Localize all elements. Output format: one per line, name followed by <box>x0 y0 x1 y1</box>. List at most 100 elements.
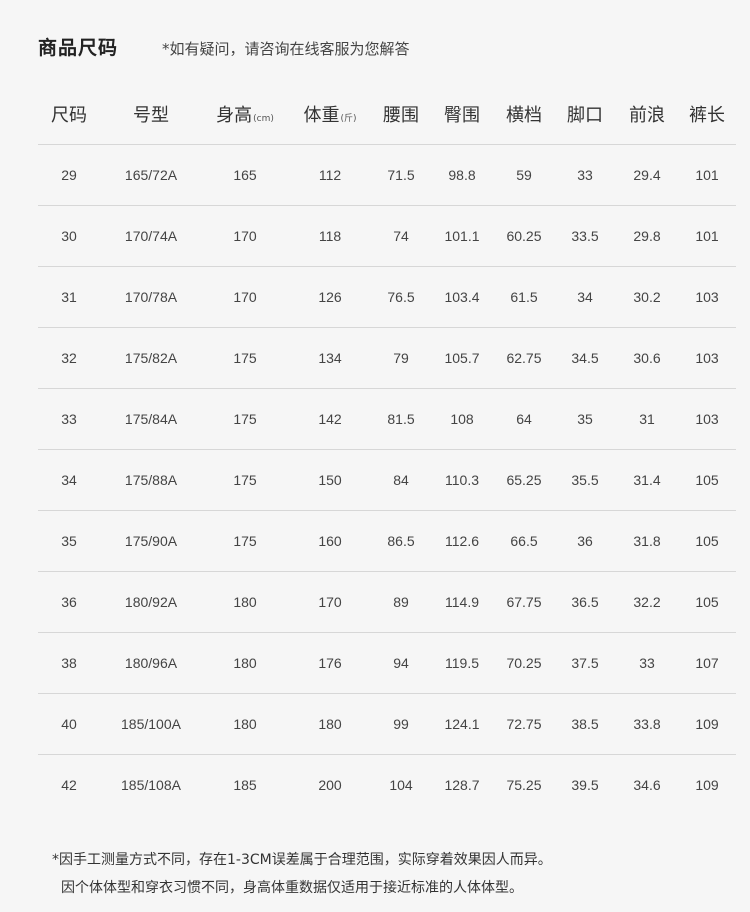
table-cell: 134 <box>318 349 342 366</box>
table-row: 36 180/92A 180 170 89 114.9 67.75 36.5 32.2 105 <box>38 571 736 632</box>
table-row: 30 170/74A 170 118 74 101.1 60.25 33.5 29.8 101 <box>38 205 736 266</box>
table-cell: 34 <box>577 288 593 305</box>
table-cell: 39.5 <box>571 776 599 793</box>
table-cell: 110.3 <box>445 471 479 488</box>
table-row: 38 180/96A 180 176 94 119.5 70.25 37.5 33 107 <box>38 632 736 693</box>
table-cell: 180/92A <box>124 593 178 610</box>
table-cell: 142 <box>318 410 342 427</box>
table-row: 34 175/88A 175 150 84 110.3 65.25 35.5 31.4 105 <box>38 449 736 510</box>
table-cell: 180 <box>233 715 257 732</box>
table-cell: 103.4 <box>444 288 480 305</box>
size-table: 尺码 号型 身高(cm) 体重(斤) 腰围 臀围 横档 脚口 前浪 裤长 29 165/72A 165… <box>38 84 736 815</box>
table-cell: 30.2 <box>633 288 661 305</box>
column-header-label: 脚口 <box>567 104 603 126</box>
table-cell: 128.7 <box>444 776 480 793</box>
table-cell: 175/90A <box>124 532 178 549</box>
table-cell: 112.6 <box>445 532 479 549</box>
table-cell: 124.1 <box>444 715 480 732</box>
table-cell: 72.75 <box>506 715 542 732</box>
table-cell: 118 <box>318 227 342 244</box>
table-cell: 101 <box>695 166 719 183</box>
table-cell: 67.75 <box>506 593 542 610</box>
table-cell: 101 <box>695 227 719 244</box>
table-cell: 30.6 <box>633 349 661 366</box>
table-row: 29 165/72A 165 112 71.5 98.8 59 33 29.4 101 <box>38 144 736 205</box>
table-cell: 31.4 <box>633 471 661 488</box>
table-cell: 180 <box>233 593 257 610</box>
table-cell: 34.6 <box>633 776 661 793</box>
table-row: 33 175/84A 175 142 81.5 108 64 35 31 103 <box>38 388 736 449</box>
column-header-label: 体重 <box>303 104 340 126</box>
header: 商品尺码 *如有疑问，请咨询在线客服为您解答 <box>38 33 410 63</box>
table-cell: 33.8 <box>633 715 661 732</box>
table-cell: 59 <box>516 166 532 183</box>
table-cell: 175/88A <box>124 471 178 488</box>
table-cell: 108 <box>450 410 474 427</box>
table-cell: 35.5 <box>571 471 599 488</box>
table-cell: 126 <box>318 288 342 305</box>
table-cell: 36.5 <box>571 593 599 610</box>
footer-note-body-type: 因个体体型和穿衣习惯不同，身高体重数据仅适用于接近标准的人体体型。 <box>61 880 523 896</box>
table-cell: 34 <box>61 471 77 488</box>
table-cell: 109 <box>695 715 719 732</box>
table-body: 29 165/72A 165 112 71.5 98.8 59 33 29.4 101 30 170/… <box>38 144 736 815</box>
page-title: 商品尺码 <box>38 37 119 59</box>
table-row: 40 185/100A 180 180 99 124.1 72.75 38.5 33.8 109 <box>38 693 736 754</box>
column-header-label: 号型 <box>133 104 169 126</box>
table-cell: 29.8 <box>633 227 661 244</box>
table-cell: 165 <box>233 166 257 183</box>
column-header: 尺码 <box>38 84 100 144</box>
inquiry-note: *如有疑问，请咨询在线客服为您解答 <box>162 40 410 58</box>
table-row: 35 175/90A 175 160 86.5 112.6 66.5 36 31.8 105 <box>38 510 736 571</box>
column-header-label: 身高 <box>216 104 253 126</box>
table-cell: 42 <box>61 776 77 793</box>
table-cell: 33 <box>577 166 593 183</box>
table-cell: 40 <box>61 715 77 732</box>
table-cell: 160 <box>318 532 342 549</box>
column-header: 前浪 <box>616 84 678 144</box>
column-header-label: 臀围 <box>444 104 480 126</box>
table-cell: 119.5 <box>445 654 479 671</box>
table-cell: 103 <box>695 410 719 427</box>
table-cell: 175 <box>233 532 257 549</box>
table-cell: 175 <box>233 349 257 366</box>
column-header-label: 腰围 <box>383 104 419 126</box>
column-header-label: 裤长 <box>689 104 725 126</box>
table-cell: 185/100A <box>121 715 181 732</box>
table-cell: 32 <box>61 349 77 366</box>
column-header: 横档 <box>494 84 554 144</box>
table-cell: 170 <box>233 227 257 244</box>
table-cell: 31 <box>639 410 655 427</box>
table-cell: 31.8 <box>633 532 661 549</box>
table-cell: 112 <box>318 166 342 183</box>
table-cell: 71.5 <box>387 166 415 183</box>
table-cell: 180 <box>318 715 342 732</box>
table-cell: 175/82A <box>124 349 178 366</box>
size-chart-page: 商品尺码 *如有疑问，请咨询在线客服为您解答 尺码 号型 身高(cm) 体重(斤) 腰围… <box>0 0 750 912</box>
table-cell: 64 <box>516 410 532 427</box>
table-cell: 170/78A <box>124 288 178 305</box>
table-cell: 165/72A <box>124 166 178 183</box>
table-cell: 105.7 <box>444 349 480 366</box>
table-cell: 94 <box>393 654 409 671</box>
table-cell: 33.5 <box>571 227 599 244</box>
table-cell: 103 <box>695 288 719 305</box>
column-header: 脚口 <box>554 84 616 144</box>
table-cell: 101.1 <box>444 227 480 244</box>
table-cell: 60.25 <box>506 227 542 244</box>
table-cell: 99 <box>393 715 409 732</box>
table-cell: 38 <box>61 654 77 671</box>
column-header-label: 前浪 <box>629 104 665 126</box>
table-cell: 30 <box>61 227 77 244</box>
table-cell: 34.5 <box>571 349 599 366</box>
table-cell: 79 <box>393 349 409 366</box>
table-header-row: 尺码 号型 身高(cm) 体重(斤) 腰围 臀围 横档 脚口 前浪 裤长 <box>38 84 736 144</box>
table-cell: 33 <box>639 654 655 671</box>
table-cell: 29.4 <box>633 166 661 183</box>
table-cell: 35 <box>577 410 593 427</box>
table-cell: 170/74A <box>124 227 178 244</box>
table-cell: 180 <box>233 654 257 671</box>
column-header: 号型 <box>100 84 202 144</box>
table-cell: 176 <box>318 654 342 671</box>
table-cell: 81.5 <box>387 410 415 427</box>
